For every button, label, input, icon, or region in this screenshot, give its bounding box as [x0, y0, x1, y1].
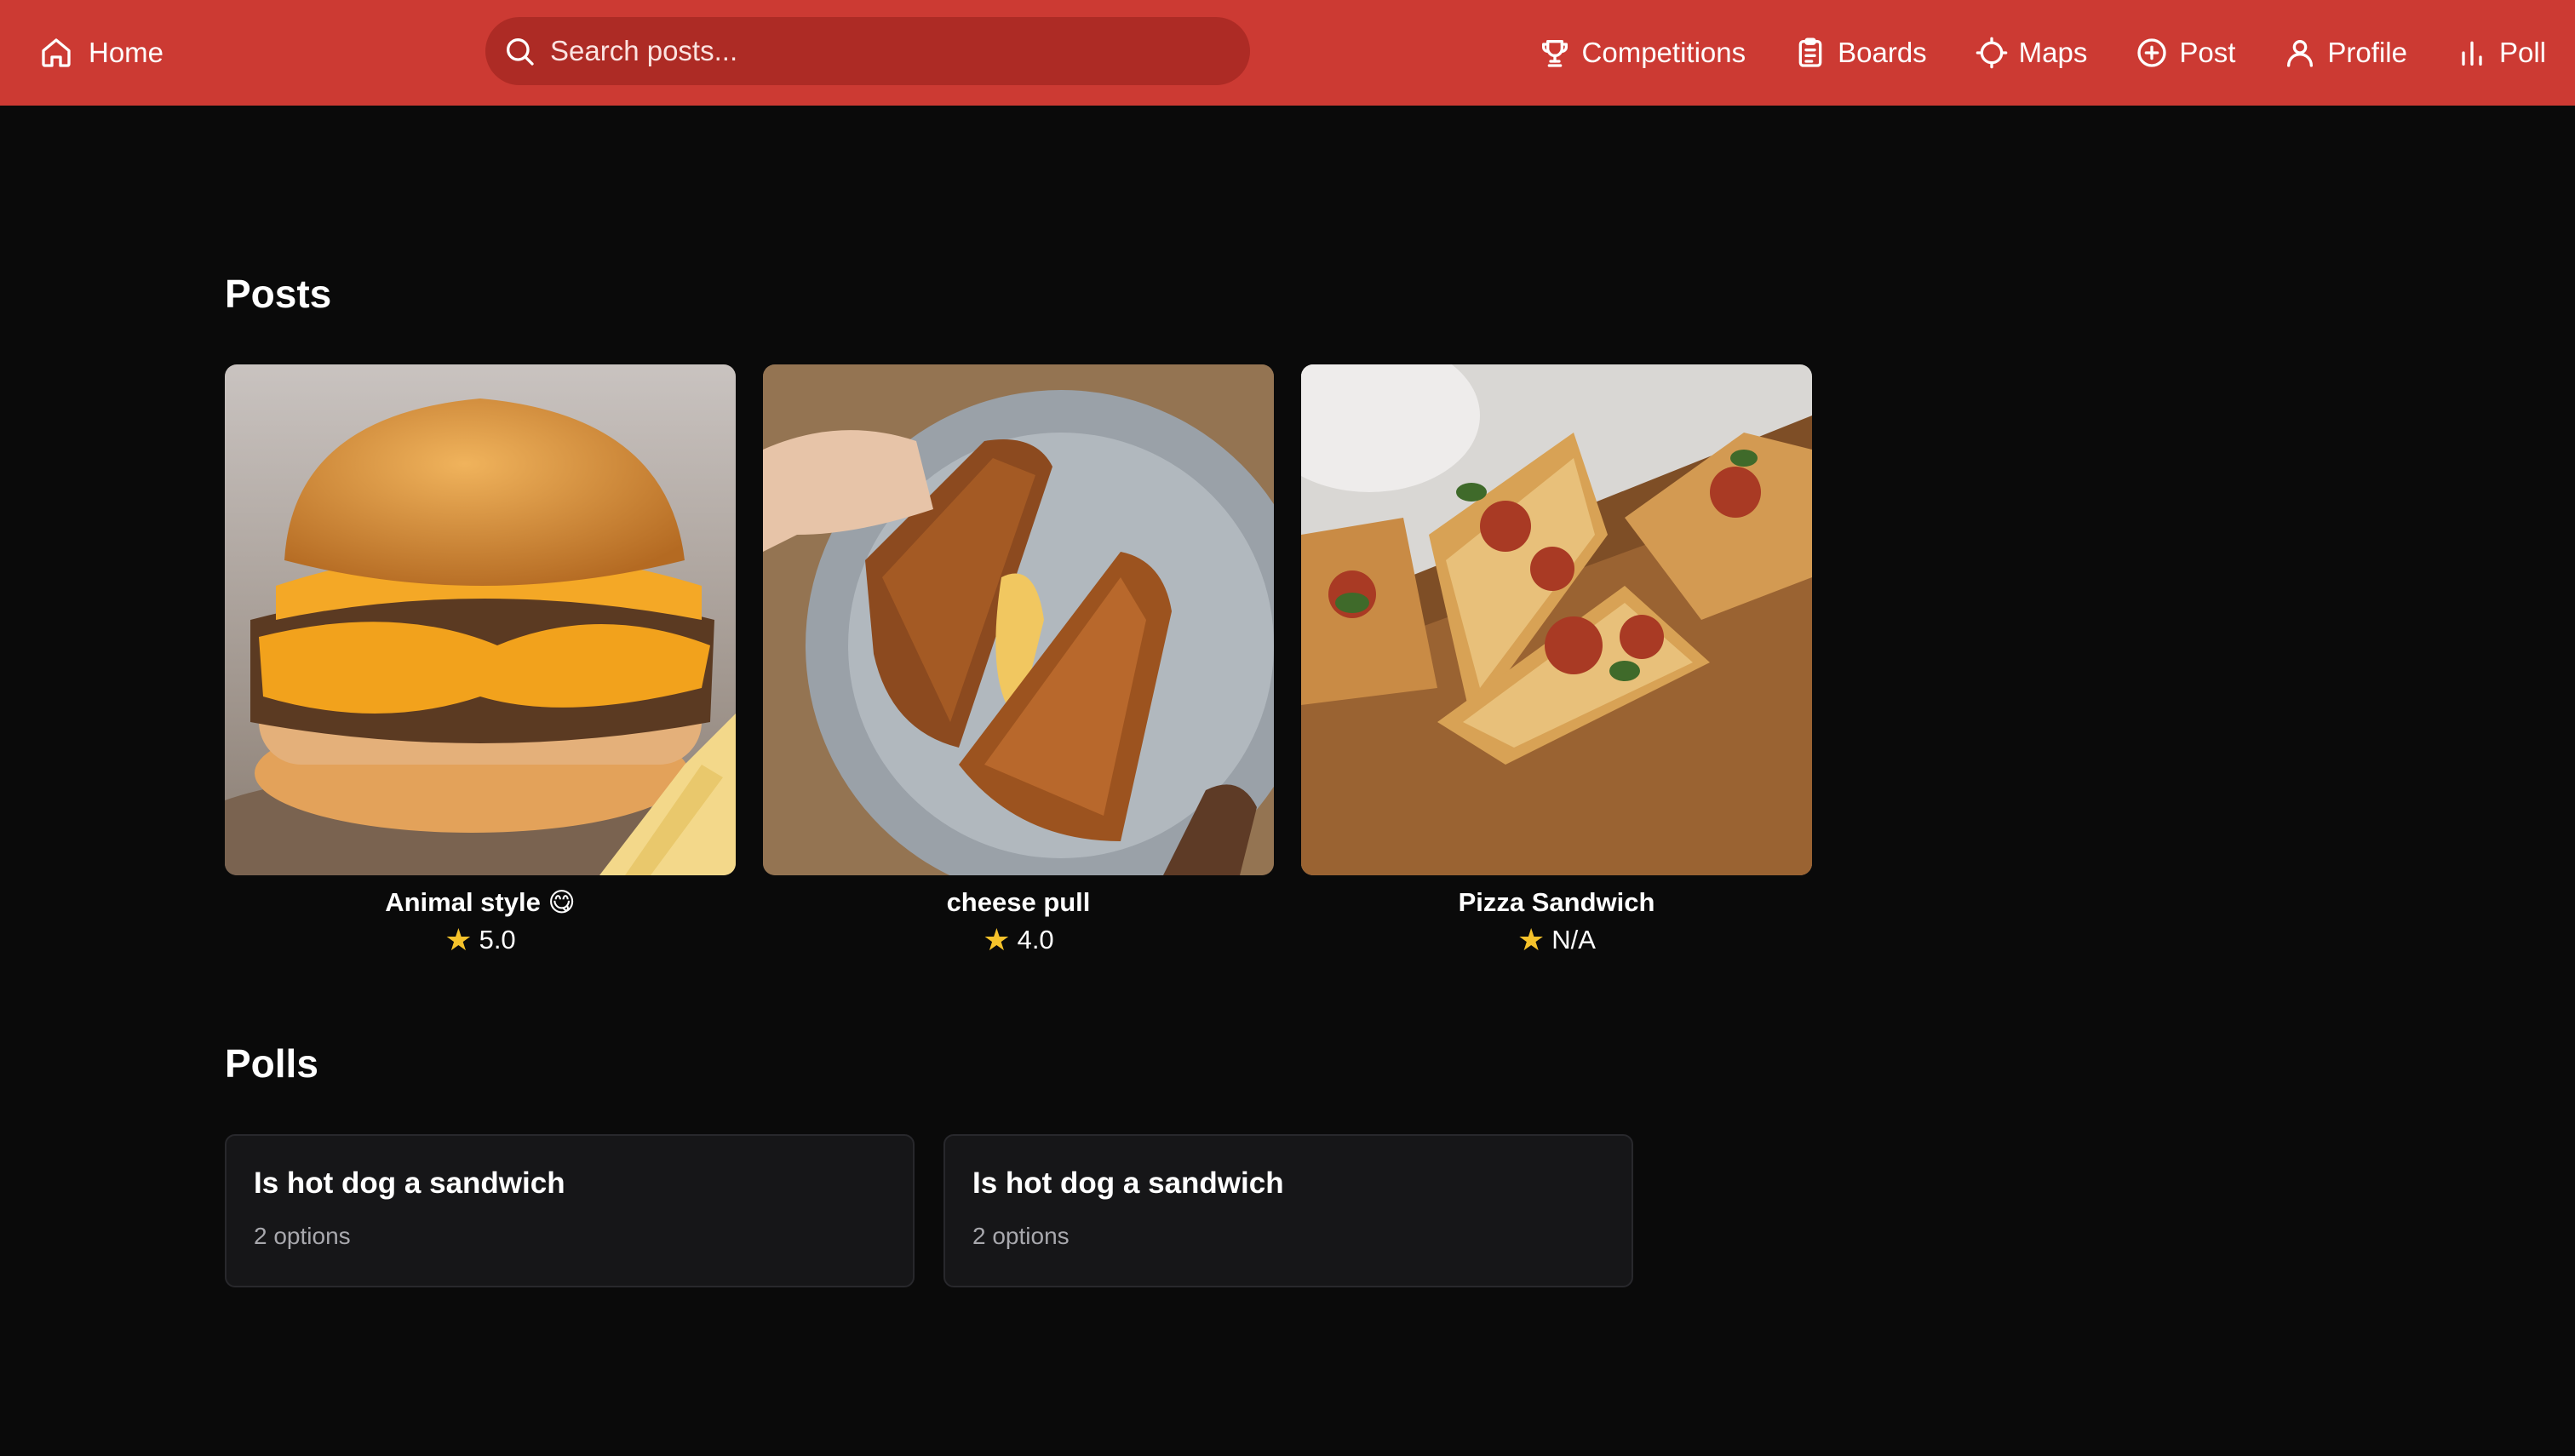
post-rating: ★ N/A	[1517, 921, 1596, 959]
poll-question: Is hot dog a sandwich	[972, 1167, 1284, 1200]
post-card[interactable]: Pizza Sandwich ★ N/A	[1301, 364, 1812, 959]
user-icon	[2283, 36, 2317, 70]
star-icon: ★	[1517, 922, 1546, 957]
post-title: Animal style 😋	[385, 887, 576, 917]
nav-post[interactable]: Post	[2135, 36, 2235, 70]
nav-competitions-label: Competitions	[1581, 37, 1746, 68]
post-rating-value: 4.0	[1017, 925, 1054, 954]
post-rating-value: N/A	[1551, 925, 1596, 954]
posts-heading: Posts	[225, 272, 332, 316]
crosshair-icon	[1975, 36, 2009, 70]
poll-card[interactable]: Is hot dog a sandwich 2 options	[943, 1134, 1633, 1287]
post-image-grilled-cheese[interactable]	[763, 364, 1274, 875]
post-title: Pizza Sandwich	[1458, 887, 1655, 917]
clipboard-icon	[1793, 36, 1827, 70]
post-rating: ★ 4.0	[983, 921, 1053, 959]
home-label: Home	[89, 37, 164, 68]
post-card[interactable]: Animal style 😋 ★ 5.0	[225, 364, 736, 959]
plus-circle-icon	[2135, 36, 2169, 70]
star-icon: ★	[444, 922, 473, 957]
poll-options-count: 2 options	[972, 1223, 1070, 1249]
post-title: cheese pull	[946, 887, 1091, 917]
nav-maps[interactable]: Maps	[1975, 36, 2088, 70]
nav-post-label: Post	[2179, 37, 2236, 68]
polls-heading: Polls	[225, 1041, 318, 1086]
nav-competitions[interactable]: Competitions	[1538, 36, 1746, 70]
search-bar	[485, 17, 1250, 85]
poll-question: Is hot dog a sandwich	[254, 1167, 565, 1200]
post-rating-value: 5.0	[479, 925, 516, 954]
post-rating: ★ 5.0	[444, 921, 515, 959]
top-navbar: Home Competitions Boards Maps	[0, 0, 2575, 106]
poll-options-count: 2 options	[254, 1223, 351, 1249]
search-input[interactable]	[550, 35, 1214, 67]
nav-maps-label: Maps	[2018, 37, 2088, 68]
nav-poll-label: Poll	[2498, 37, 2546, 68]
poll-card[interactable]: Is hot dog a sandwich 2 options	[225, 1134, 915, 1287]
nav-poll[interactable]: Poll	[2455, 36, 2546, 70]
posts-grid: Animal style 😋 ★ 5.0 cheese pull ★ 4.0 P…	[225, 364, 1812, 959]
nav-profile[interactable]: Profile	[2283, 36, 2407, 70]
post-image-burger[interactable]	[225, 364, 736, 875]
star-icon: ★	[983, 922, 1011, 957]
home-link[interactable]: Home	[39, 0, 163, 106]
polls-list: Is hot dog a sandwich 2 options Is hot d…	[225, 1134, 1633, 1287]
nav-links: Competitions Boards Maps Post Profile Po…	[1538, 0, 2546, 106]
bar-chart-icon	[2455, 36, 2489, 70]
nav-boards[interactable]: Boards	[1793, 36, 1927, 70]
trophy-icon	[1538, 36, 1572, 70]
search-icon	[502, 34, 536, 68]
post-card[interactable]: cheese pull ★ 4.0	[763, 364, 1274, 959]
home-icon	[39, 36, 73, 70]
nav-boards-label: Boards	[1838, 37, 1927, 68]
nav-profile-label: Profile	[2327, 37, 2407, 68]
post-image-pizza-sandwich[interactable]	[1301, 364, 1812, 875]
